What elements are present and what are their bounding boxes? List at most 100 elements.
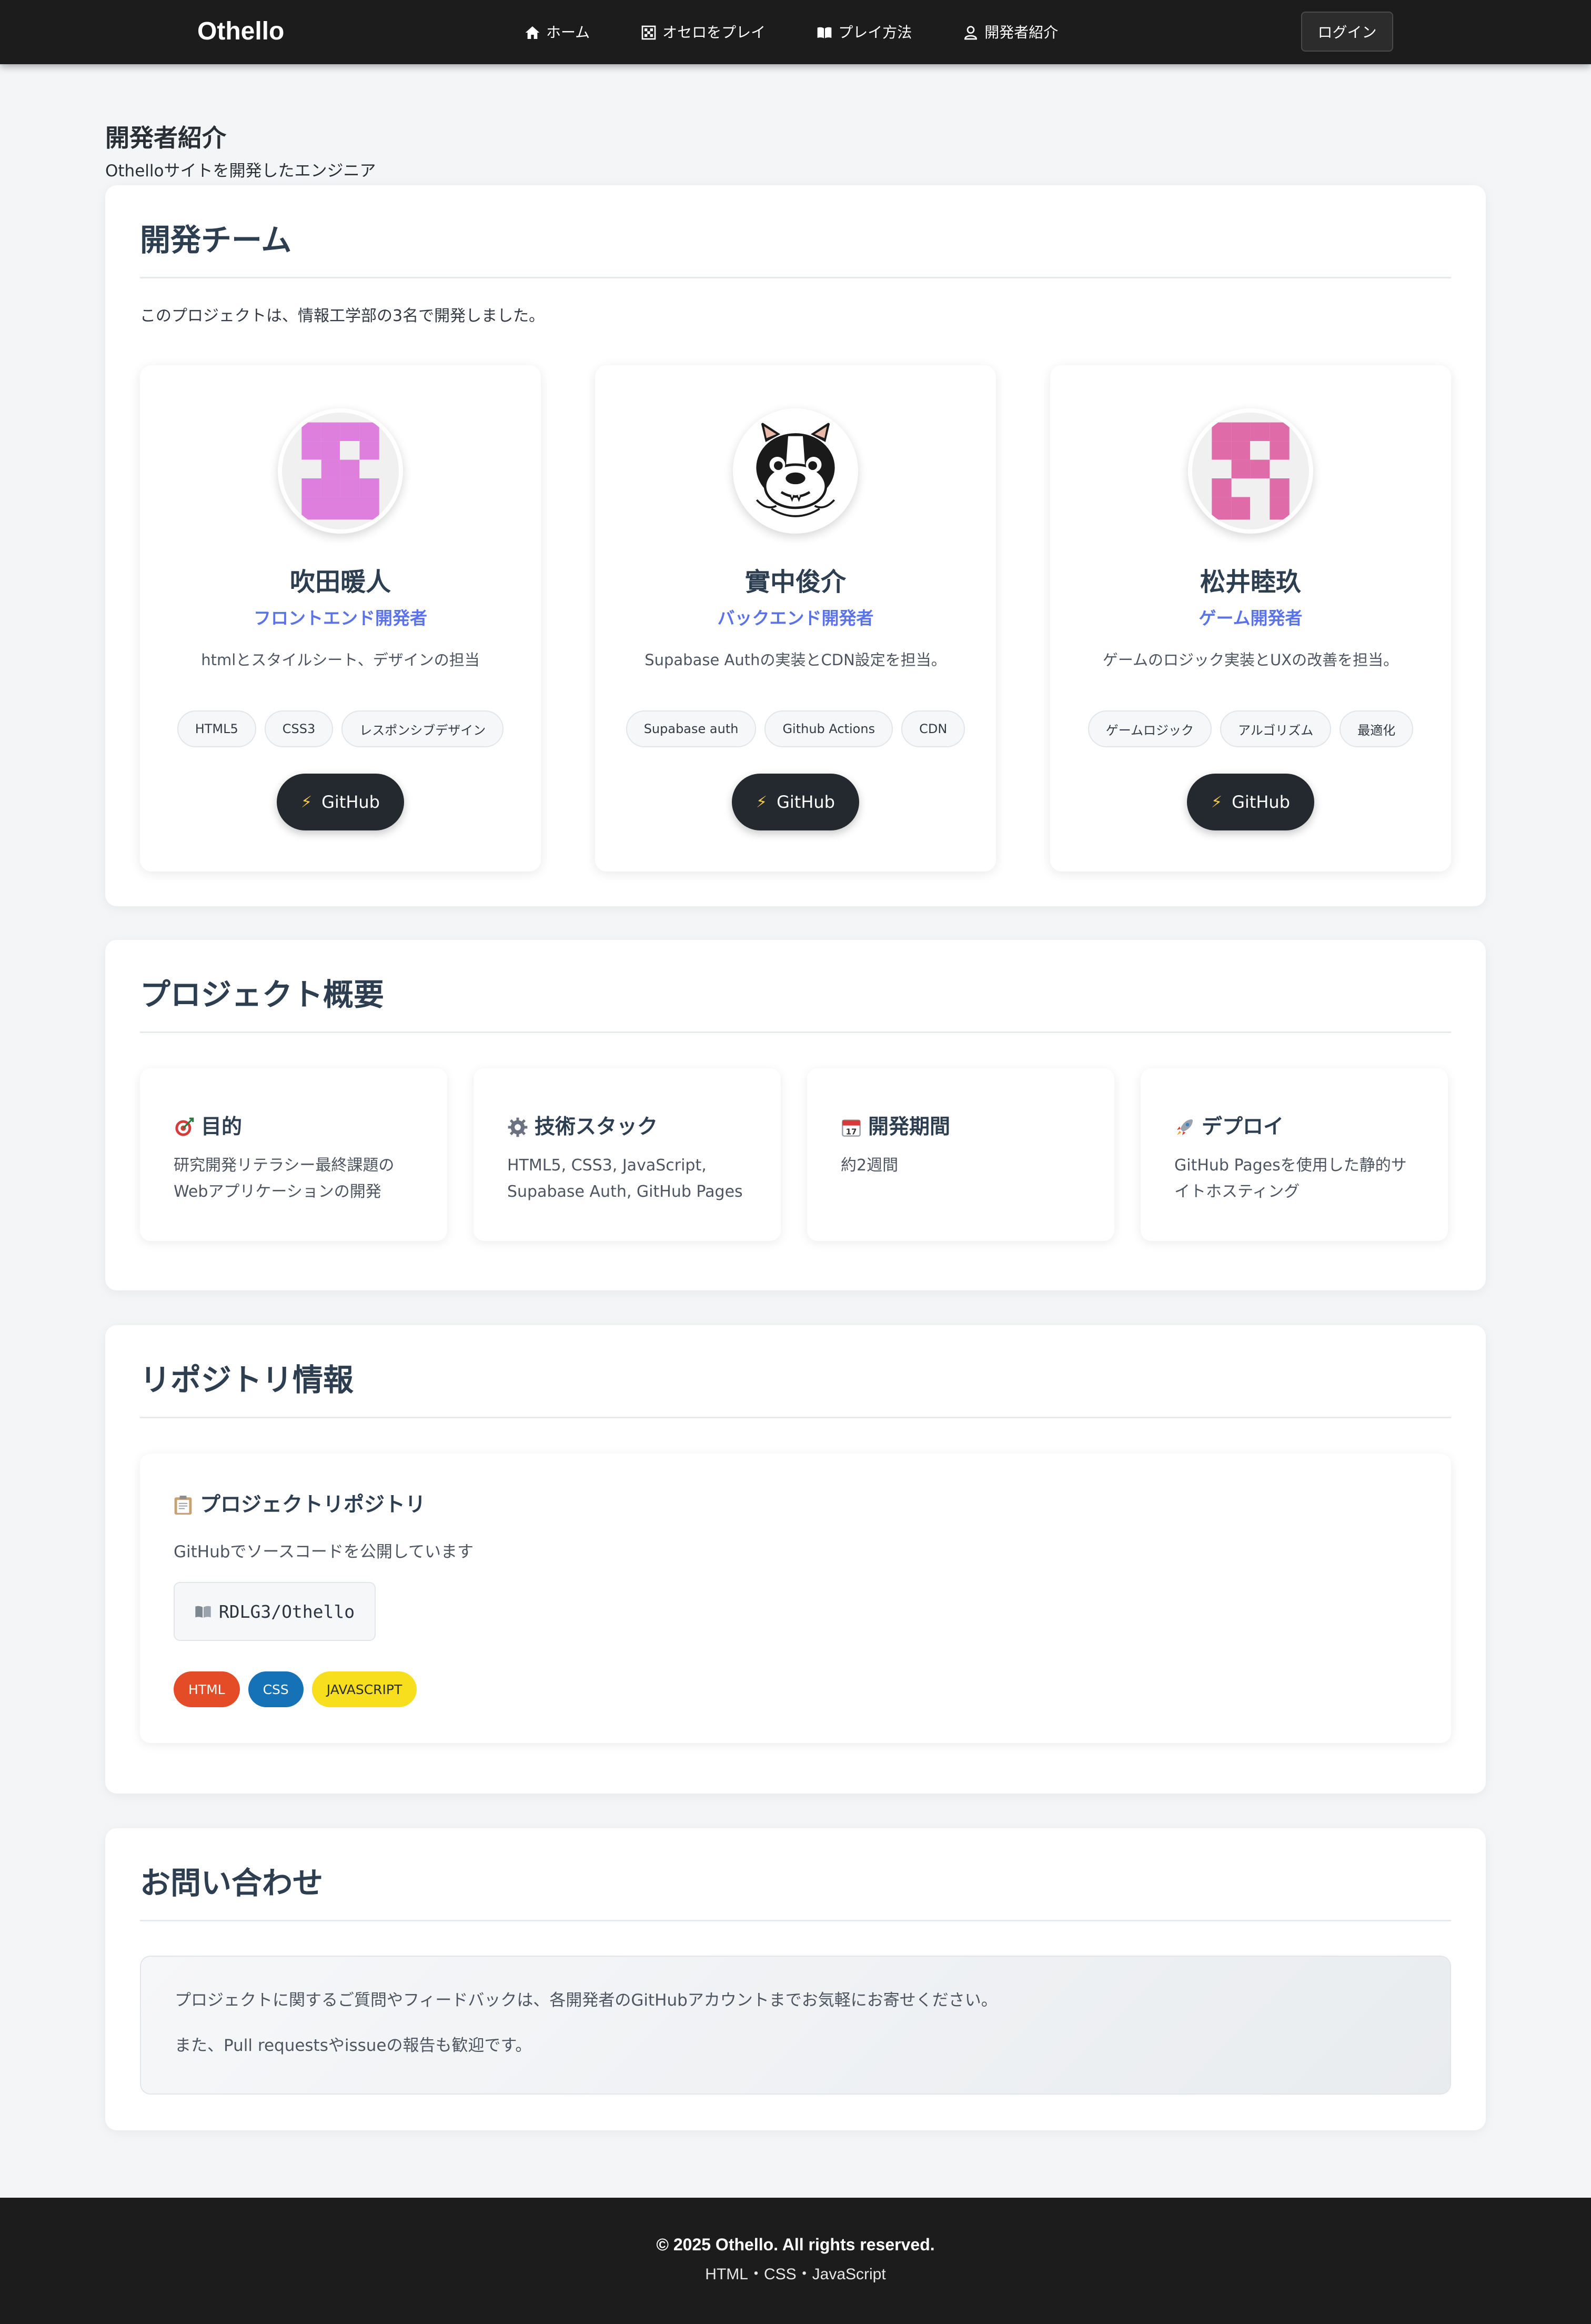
github-button-label: GitHub xyxy=(1232,792,1290,812)
section-divider xyxy=(140,277,1451,278)
section-divider xyxy=(140,1031,1451,1033)
skill-tag: CSS3 xyxy=(264,710,334,747)
overview-section: プロジェクト概要 目的 研究開発リテラシー最終課題のWebアプリケーションの開発… xyxy=(105,940,1486,1290)
overview-card-title-text: 開発期間 xyxy=(868,1115,951,1139)
overview-card-title: デプロイ xyxy=(1174,1113,1284,1142)
nav-item-label: オセロをプレイ xyxy=(662,24,766,41)
skill-tags: ゲームロジック アルゴリズム 最適化 xyxy=(1050,710,1451,747)
overview-card: 目的 研究開発リテラシー最終課題のWebアプリケーションの開発 xyxy=(140,1068,447,1241)
avatar xyxy=(278,408,403,534)
skill-tag: CDN xyxy=(901,710,965,747)
github-button[interactable]: ⚡ GitHub xyxy=(277,774,404,830)
team-section: 開発チーム このプロジェクトは、情報工学部の3名で開発しました。 吹田暖人 フロ… xyxy=(105,185,1486,906)
home-icon xyxy=(525,26,540,39)
gear-icon xyxy=(508,1117,528,1137)
section-divider xyxy=(140,1920,1451,1921)
book-icon xyxy=(817,27,832,38)
skill-tag: ゲームロジック xyxy=(1087,710,1212,747)
french-bulldog-avatar xyxy=(737,413,854,529)
member-role: ゲーム開発者 xyxy=(1199,608,1303,628)
overview-card: 技術スタック HTML5, CSS3, JavaScript, Supabase… xyxy=(474,1068,781,1241)
brand-logo[interactable]: Othello xyxy=(197,15,284,48)
skill-tag: 最適化 xyxy=(1340,710,1414,747)
repository-card-title: プロジェクトリポジトリ xyxy=(174,1490,426,1520)
avatar xyxy=(1188,408,1313,534)
calendar-icon: 17 xyxy=(842,1119,861,1137)
navbar: Othello ホーム オセロをプレイ プレイ方法 開発者紹介 ログイン xyxy=(0,0,1591,64)
member-name: 松井睦玖 xyxy=(1200,567,1301,597)
login-button[interactable]: ログイン xyxy=(1301,12,1393,52)
contact-section: お問い合わせ プロジェクトに関するご質問やフィードバックは、各開発者のGitHu… xyxy=(105,1828,1486,2130)
overview-card: 17 開発期間 約2週間 xyxy=(807,1068,1114,1241)
github-button-label: GitHub xyxy=(321,792,380,812)
member-description: ゲームのロジック実装とUXの改善を担当。 xyxy=(1102,651,1399,669)
nav-links: ホーム オセロをプレイ プレイ方法 開発者紹介 xyxy=(524,19,1058,46)
section-title: プロジェクト概要 xyxy=(140,977,385,1013)
lightning-icon: ⚡ xyxy=(301,793,313,812)
language-badge-html: HTML xyxy=(174,1671,240,1707)
overview-card-title: 技術スタック xyxy=(507,1113,658,1142)
identicon-avatar xyxy=(282,413,399,529)
contact-text: プロジェクトに関するご質問やフィードバックは、各開発者のGitHubアカウントま… xyxy=(175,1991,998,2010)
language-badge-javascript: JAVASCRIPT xyxy=(311,1671,417,1707)
repository-card-title-text: プロジェクトリポジトリ xyxy=(200,1493,426,1517)
nav-item-play[interactable]: オセロをプレイ xyxy=(640,19,766,46)
nav-item-howto[interactable]: プレイ方法 xyxy=(816,19,912,46)
member-description: htmlとスタイルシート、デザインの担当 xyxy=(201,651,480,669)
overview-card-title-text: 目的 xyxy=(201,1115,243,1139)
identicon-avatar xyxy=(1192,413,1309,529)
skill-tag: Github Actions xyxy=(764,710,893,747)
rocket-icon xyxy=(1177,1119,1193,1135)
nav-item-developers[interactable]: 開発者紹介 xyxy=(962,19,1058,46)
skill-tag: HTML5 xyxy=(177,710,256,747)
repository-section: リポジトリ情報 プロジェクトリポジトリ GitHubでソースコードを公開していま… xyxy=(105,1325,1486,1794)
nav-item-label: プレイ方法 xyxy=(838,24,912,41)
member-name: 吹田暖人 xyxy=(289,567,391,597)
overview-card-body: 研究開発リテラシー最終課題のWebアプリケーションの開発 xyxy=(174,1156,395,1201)
overview-card-body: 約2週間 xyxy=(841,1156,899,1175)
overview-card-body: GitHub Pagesを使用した静的サイトホスティング xyxy=(1174,1156,1407,1201)
skill-tag: Supabase auth xyxy=(626,710,757,747)
contact-box: プロジェクトに関するご質問やフィードバックは、各開発者のGitHubアカウントま… xyxy=(140,1956,1451,2095)
overview-card-body: HTML5, CSS3, JavaScript, Supabase Auth, … xyxy=(507,1156,743,1201)
skill-tags: Supabase auth Github Actions CDN xyxy=(595,710,996,747)
clipboard-icon xyxy=(174,1496,192,1515)
member-name: 實中俊介 xyxy=(744,567,846,597)
language-badges: HTML CSS JAVASCRIPT xyxy=(174,1671,425,1707)
footer: © 2025 Othello. All rights reserved. HTM… xyxy=(0,2198,1591,2324)
grid-icon xyxy=(641,25,656,40)
member-card: 吹田暖人 フロントエンド開発者 htmlとスタイルシート、デザインの担当 HTM… xyxy=(140,365,541,871)
github-button[interactable]: ⚡ GitHub xyxy=(1187,774,1314,830)
footer-tech-stack: HTML・CSS・JavaScript xyxy=(705,2266,886,2283)
skill-tag: アルゴリズム xyxy=(1220,710,1332,747)
overview-card-title-text: 技術スタック xyxy=(535,1115,658,1139)
user-icon xyxy=(964,26,978,40)
team-intro: このプロジェクトは、情報工学部の3名で開発しました。 xyxy=(140,307,545,325)
repository-description: GitHubでソースコードを公開しています xyxy=(174,1542,474,1561)
member-role: フロントエンド開発者 xyxy=(254,608,427,628)
page-title: 開発者紹介 xyxy=(105,124,226,152)
overview-card-title-text: デプロイ xyxy=(1202,1115,1284,1139)
lightning-icon: ⚡ xyxy=(756,793,768,812)
lightning-icon: ⚡ xyxy=(1211,793,1223,812)
language-badge-css: CSS xyxy=(248,1671,304,1707)
repository-card: プロジェクトリポジトリ GitHubでソースコードを公開しています RDLG3/… xyxy=(140,1454,1451,1743)
member-description: Supabase Authの実装とCDN設定を担当。 xyxy=(645,651,946,669)
svg-text:17: 17 xyxy=(846,1127,857,1136)
skill-tags: HTML5 CSS3 レスポンシブデザイン xyxy=(140,710,541,747)
page-subtitle: Othelloサイトを開発したエンジニア xyxy=(105,162,376,181)
book-icon xyxy=(195,1606,211,1618)
member-card: 實中俊介 バックエンド開発者 Supabase Authの実装とCDN設定を担当… xyxy=(595,365,996,871)
repository-link[interactable]: RDLG3/Othello xyxy=(174,1582,376,1641)
target-icon xyxy=(175,1117,194,1136)
section-title: お問い合わせ xyxy=(140,1865,324,1901)
repository-name: RDLG3/Othello xyxy=(218,1601,355,1622)
avatar xyxy=(733,408,858,534)
github-button[interactable]: ⚡ GitHub xyxy=(732,774,859,830)
overview-card-title: 17 開発期間 xyxy=(841,1113,950,1142)
member-card: 松井睦玖 ゲーム開発者 ゲームのロジック実装とUXの改善を担当。 ゲームロジック… xyxy=(1050,365,1451,871)
overview-card: デプロイ GitHub Pagesを使用した静的サイトホスティング xyxy=(1141,1068,1448,1241)
nav-item-home[interactable]: ホーム xyxy=(524,19,590,46)
section-divider xyxy=(140,1417,1451,1418)
member-role: バックエンド開発者 xyxy=(717,608,874,628)
